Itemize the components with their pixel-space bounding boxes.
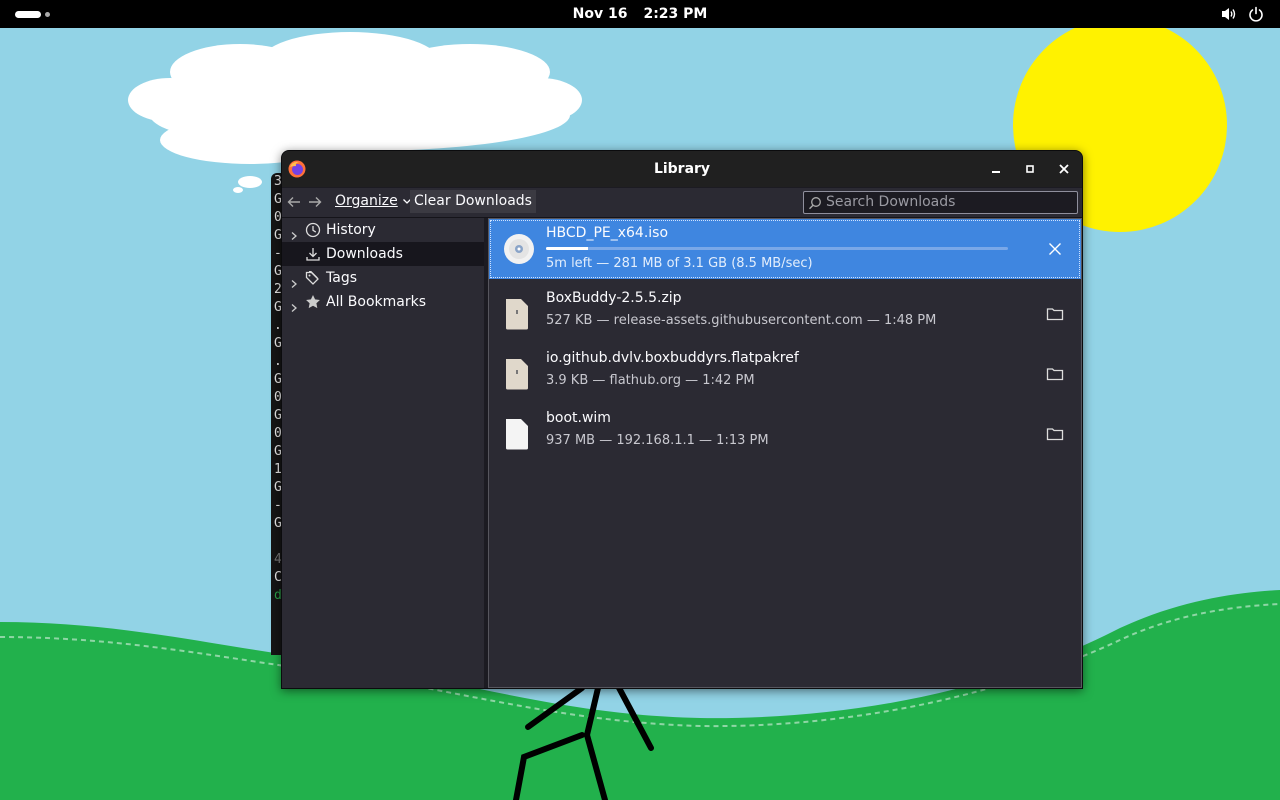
disc-icon xyxy=(503,233,535,269)
download-progress-bar xyxy=(546,247,1008,250)
file-icon xyxy=(503,418,531,454)
organize-label: Organize xyxy=(335,193,398,209)
sidebar-item-tags[interactable]: Tags xyxy=(282,266,484,290)
organize-menu-button[interactable]: Organize xyxy=(332,190,415,213)
folder-icon[interactable] xyxy=(1045,424,1065,448)
download-item[interactable]: HBCD_PE_x64.iso 5m left — 281 MB of 3.1 … xyxy=(489,219,1081,279)
download-item[interactable]: boot.wim 937 MB — 192.168.1.1 — 1:13 PM xyxy=(489,404,1081,464)
archive-icon xyxy=(503,298,531,334)
power-icon[interactable] xyxy=(1247,5,1265,27)
folder-icon[interactable] xyxy=(1045,364,1065,388)
close-icon[interactable] xyxy=(1054,159,1074,179)
top-bar: Nov 16 2:23 PM xyxy=(0,0,1280,28)
sidebar-item-downloads[interactable]: Downloads xyxy=(282,242,484,266)
library-sidebar: History Downloads Tags All Bookmarks xyxy=(282,218,484,688)
download-status: 5m left — 281 MB of 3.1 GB (8.5 MB/sec) xyxy=(546,256,813,271)
download-filename: BoxBuddy-2.5.5.zip xyxy=(546,290,682,306)
clock-date: Nov 16 xyxy=(572,6,628,22)
download-progress-fill xyxy=(546,247,588,250)
download-status: 3.9 KB — flathub.org — 1:42 PM xyxy=(546,373,755,388)
star-icon xyxy=(305,294,321,318)
download-item[interactable]: BoxBuddy-2.5.5.zip 527 KB — release-asse… xyxy=(489,284,1081,344)
sidebar-item-history[interactable]: History xyxy=(282,218,484,242)
search-downloads-input[interactable]: Search Downloads xyxy=(803,191,1078,214)
window-titlebar[interactable]: Library xyxy=(282,151,1082,187)
sidebar-item-label: Tags xyxy=(326,270,357,286)
search-icon xyxy=(808,195,822,214)
clock[interactable]: Nov 16 2:23 PM xyxy=(0,0,1280,28)
download-filename: HBCD_PE_x64.iso xyxy=(546,225,669,241)
clock-time: 2:23 PM xyxy=(643,6,708,22)
window-title: Library xyxy=(653,161,711,177)
sidebar-item-label: History xyxy=(326,222,376,238)
library-window: Library Organize Clear Downloads Search … xyxy=(281,150,1083,689)
download-status: 937 MB — 192.168.1.1 — 1:13 PM xyxy=(546,433,769,448)
download-filename: io.github.dvlv.boxbuddyrs.flatpakref xyxy=(546,350,799,366)
library-toolbar: Organize Clear Downloads Search Download… xyxy=(282,188,1082,218)
cancel-download-icon[interactable] xyxy=(1045,239,1065,263)
minimize-icon[interactable] xyxy=(986,159,1006,179)
sidebar-item-label: Downloads xyxy=(326,246,403,262)
archive-icon xyxy=(503,358,531,394)
download-filename: boot.wim xyxy=(546,410,611,426)
maximize-icon[interactable] xyxy=(1020,159,1040,179)
clear-downloads-button[interactable]: Clear Downloads xyxy=(410,190,536,213)
download-item[interactable]: io.github.dvlv.boxbuddyrs.flatpakref 3.9… xyxy=(489,344,1081,404)
download-status: 527 KB — release-assets.githubuserconten… xyxy=(546,313,937,328)
search-placeholder: Search Downloads xyxy=(826,194,956,210)
downloads-list: HBCD_PE_x64.iso 5m left — 281 MB of 3.1 … xyxy=(488,218,1082,688)
forward-arrow-icon[interactable] xyxy=(307,194,323,214)
volume-icon[interactable] xyxy=(1220,5,1238,27)
sidebar-item-label: All Bookmarks xyxy=(326,294,427,310)
back-arrow-icon[interactable] xyxy=(286,194,302,214)
folder-icon[interactable] xyxy=(1045,304,1065,328)
sidebar-item-all-bookmarks[interactable]: All Bookmarks xyxy=(282,290,484,314)
chevron-right-icon[interactable] xyxy=(290,297,298,321)
